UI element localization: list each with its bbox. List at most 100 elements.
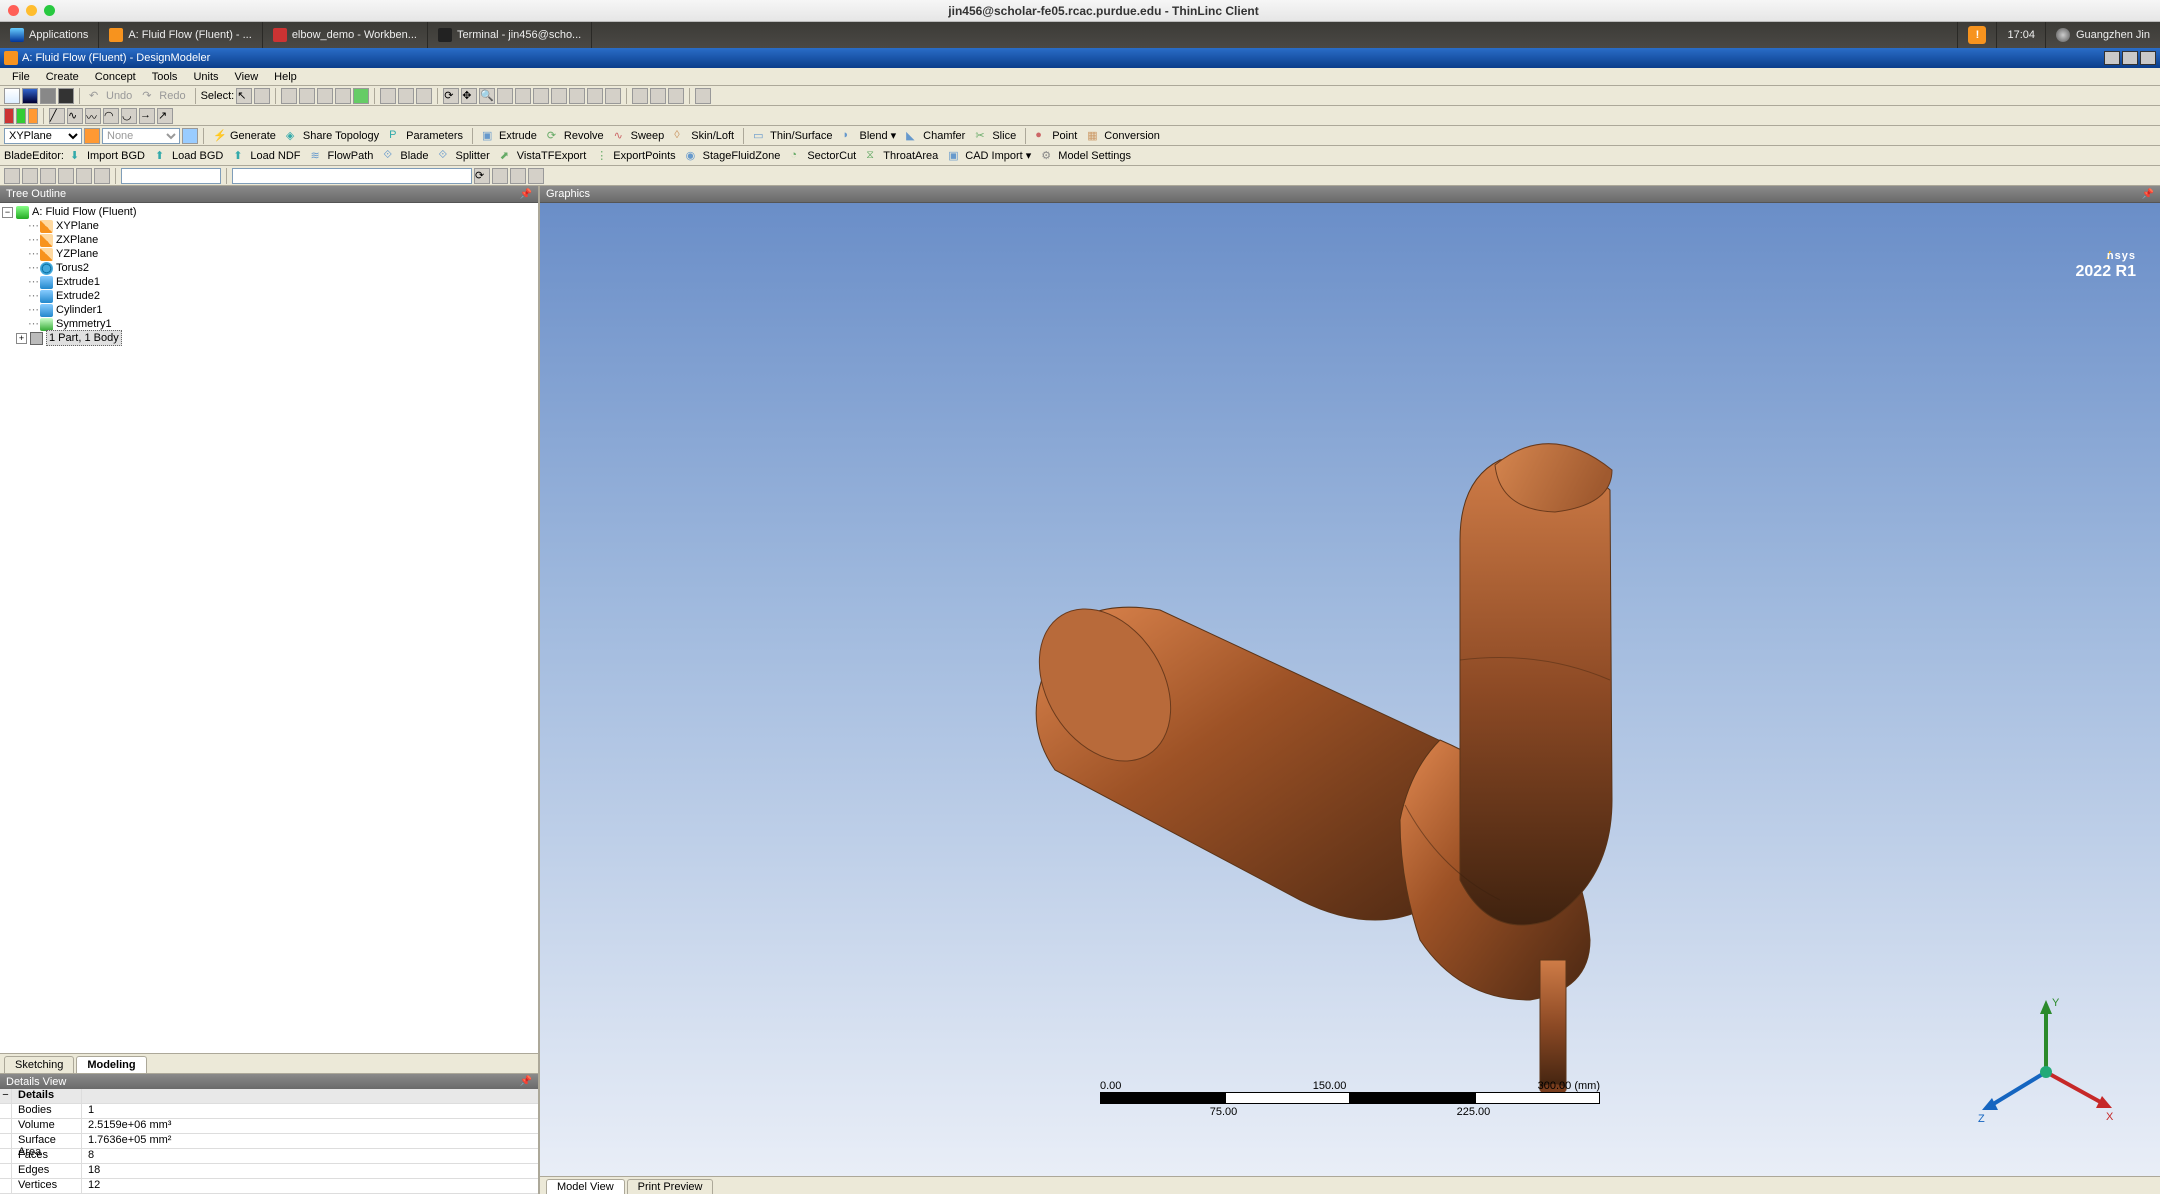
close-button[interactable]	[2140, 51, 2156, 65]
details-section-row[interactable]: −Details	[0, 1089, 538, 1104]
sweep-button[interactable]: ∿Sweep	[610, 129, 669, 143]
load-ndf-button[interactable]: ⬆Load NDF	[229, 149, 304, 163]
splitter-button[interactable]: ⟐Splitter	[435, 149, 494, 163]
details-row[interactable]: Bodies1	[0, 1104, 538, 1119]
save-icon[interactable]	[22, 88, 38, 104]
skinloft-button[interactable]: ◊Skin/Loft	[670, 129, 738, 143]
line-tool-icon[interactable]: ╱	[49, 108, 65, 124]
prev-view-icon[interactable]	[551, 88, 567, 104]
arrow-tool-icon[interactable]: →	[139, 108, 155, 124]
yaxis-icon[interactable]	[16, 108, 26, 124]
tab-sketching[interactable]: Sketching	[4, 1056, 74, 1073]
minimize-window-icon[interactable]	[26, 5, 37, 16]
zoom-box-icon[interactable]	[497, 88, 513, 104]
extend-sel3-icon[interactable]	[416, 88, 432, 104]
tree-outline[interactable]: − A: Fluid Flow (Fluent) ⋯XYPlane ⋯ZXPla…	[0, 203, 538, 1053]
applications-menu[interactable]: Applications	[0, 22, 99, 48]
tool-h-icon[interactable]	[510, 168, 526, 184]
stagefluid-button[interactable]: ◉StageFluidZone	[682, 149, 785, 163]
tool-c-icon[interactable]	[40, 168, 56, 184]
sectorcut-button[interactable]: ◔SectorCut	[786, 149, 860, 163]
vistatf-button[interactable]: ⬈VistaTFExport	[496, 149, 591, 163]
chamfer-button[interactable]: ◣Chamfer	[902, 129, 969, 143]
menu-help[interactable]: Help	[266, 69, 305, 85]
tree-item-extrude2[interactable]: ⋯Extrude2	[0, 289, 538, 303]
sketch-select[interactable]: None	[102, 128, 180, 144]
tree-root[interactable]: − A: Fluid Flow (Fluent)	[0, 205, 538, 219]
orientation-triad[interactable]: Y X Z	[1976, 992, 2116, 1132]
tree-item-part-body[interactable]: +1 Part, 1 Body	[0, 331, 538, 345]
arc2-tool-icon[interactable]: ◡	[121, 108, 137, 124]
tool-g-icon[interactable]	[492, 168, 508, 184]
tool-d-icon[interactable]	[58, 168, 74, 184]
look-at-icon[interactable]	[605, 88, 621, 104]
menu-view[interactable]: View	[227, 69, 267, 85]
menu-create[interactable]: Create	[38, 69, 87, 85]
arc-tool-icon[interactable]: ◠	[103, 108, 119, 124]
redo-button[interactable]: ↷ Redo	[138, 89, 189, 103]
blade-button[interactable]: ⟐Blade	[379, 149, 432, 163]
tool-refresh-icon[interactable]: ⟳	[474, 168, 490, 184]
select-box-icon[interactable]	[254, 88, 270, 104]
display-model-icon[interactable]	[650, 88, 666, 104]
menu-units[interactable]: Units	[185, 69, 226, 85]
tool-b-icon[interactable]	[22, 168, 38, 184]
details-row[interactable]: Faces8	[0, 1149, 538, 1164]
taskbar-item-workbench[interactable]: elbow_demo - Workben...	[263, 22, 428, 48]
parameters-button[interactable]: PParameters	[385, 129, 467, 143]
preferences-button[interactable]: ⚙Model Settings	[1037, 149, 1135, 163]
export-icon[interactable]	[40, 88, 56, 104]
details-row[interactable]: Edges18	[0, 1164, 538, 1179]
zoom-window-icon[interactable]	[44, 5, 55, 16]
close-window-icon[interactable]	[8, 5, 19, 16]
graphics-viewport[interactable]: /nsys 2022 R1	[540, 203, 2160, 1176]
new-plane-icon[interactable]	[84, 128, 100, 144]
import-bgd-button[interactable]: ⬇Import BGD	[66, 149, 149, 163]
blend-button[interactable]: ◗Blend ▾	[838, 129, 900, 143]
flowpath-button[interactable]: ≋FlowPath	[307, 149, 378, 163]
pan-icon[interactable]: ✥	[461, 88, 477, 104]
tree-item-symmetry1[interactable]: ⋯Symmetry1	[0, 317, 538, 331]
ruler-icon[interactable]	[695, 88, 711, 104]
xaxis-icon[interactable]	[4, 108, 14, 124]
panel-pin-icon[interactable]: 📌	[2142, 189, 2154, 200]
tool-e-icon[interactable]	[76, 168, 92, 184]
slice-button[interactable]: ✂Slice	[971, 129, 1020, 143]
display-plane-icon[interactable]	[632, 88, 648, 104]
details-row[interactable]: Volume2.5159e+06 mm³	[0, 1119, 538, 1134]
tab-model-view[interactable]: Model View	[546, 1179, 625, 1194]
panel-pin-icon[interactable]: 📌	[520, 189, 532, 200]
collapse-icon[interactable]: −	[2, 207, 13, 218]
conversion-button[interactable]: ▦Conversion	[1083, 129, 1164, 143]
elbow-geometry[interactable]	[900, 240, 1800, 1140]
iso-view-icon[interactable]	[587, 88, 603, 104]
tab-modeling[interactable]: Modeling	[76, 1056, 146, 1073]
clock[interactable]: 17:04	[1996, 22, 2045, 48]
minimize-button[interactable]	[2104, 51, 2120, 65]
plane-select[interactable]: XYPlane	[4, 128, 82, 144]
tree-item-torus2[interactable]: ⋯Torus2	[0, 261, 538, 275]
tool-input-1[interactable]	[121, 168, 221, 184]
tool-i-icon[interactable]	[528, 168, 544, 184]
zaxis-icon[interactable]	[28, 108, 38, 124]
next-view-icon[interactable]	[569, 88, 585, 104]
new-icon[interactable]	[4, 88, 20, 104]
panel-pin-icon[interactable]: 📌	[520, 1076, 532, 1087]
revolve-button[interactable]: ⟳Revolve	[543, 129, 608, 143]
generate-button[interactable]: ⚡Generate	[209, 129, 280, 143]
extrude-button[interactable]: ▣Extrude	[478, 129, 541, 143]
cadimport-button[interactable]: ▣CAD Import ▾	[944, 149, 1035, 163]
throatarea-button[interactable]: ⧖ThroatArea	[862, 149, 942, 163]
tree-item-zxplane[interactable]: ⋯ZXPlane	[0, 233, 538, 247]
select-cursor-icon[interactable]: ↖	[236, 88, 252, 104]
sel-edge-icon[interactable]	[299, 88, 315, 104]
extend-sel2-icon[interactable]	[398, 88, 414, 104]
zoom-icon[interactable]: 🔍	[479, 88, 495, 104]
tree-item-yzplane[interactable]: ⋯YZPlane	[0, 247, 538, 261]
point-button[interactable]: ●Point	[1031, 129, 1081, 143]
menu-tools[interactable]: Tools	[144, 69, 186, 85]
tool-input-2[interactable]	[232, 168, 472, 184]
share-topology-button[interactable]: ◈Share Topology	[282, 129, 383, 143]
expand-icon[interactable]: +	[16, 333, 27, 344]
tree-item-extrude1[interactable]: ⋯Extrude1	[0, 275, 538, 289]
